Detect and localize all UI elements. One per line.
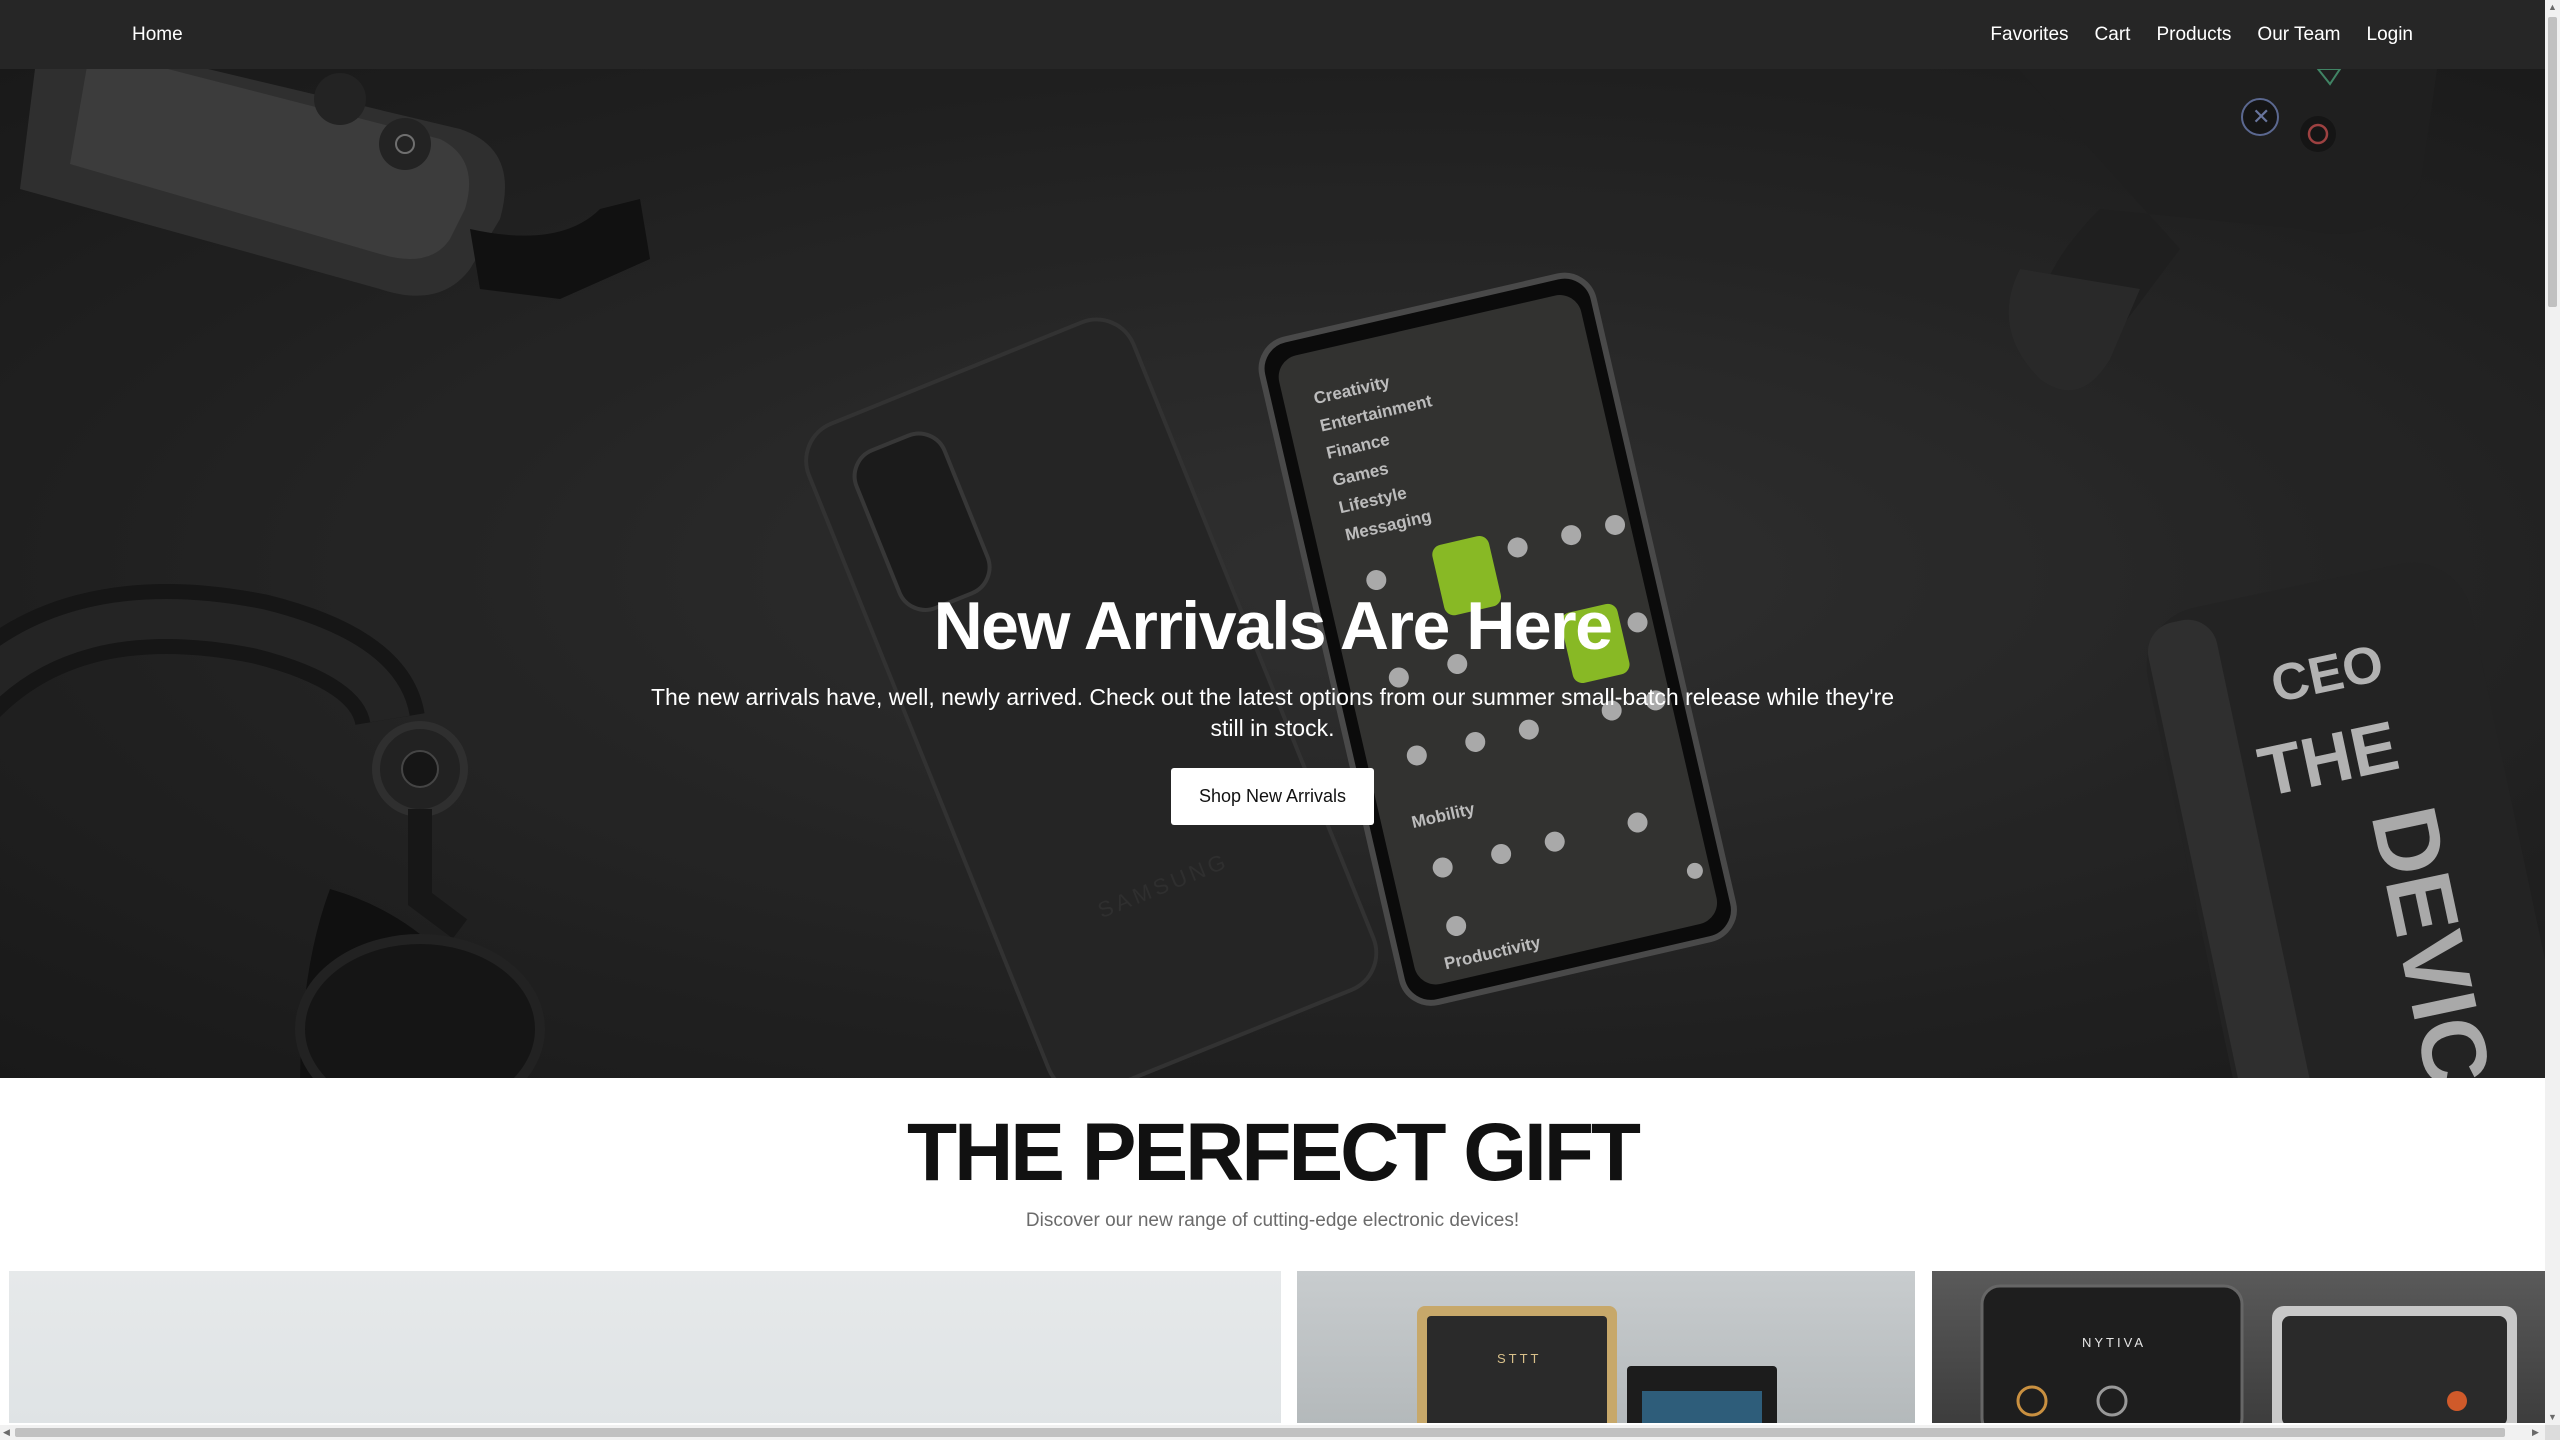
hero-banner: ✕ SAMSUNG Creativity Entertainment Finan… [0, 69, 2545, 1078]
product-card-2[interactable]: STTT [1297, 1271, 1915, 1423]
product-image-1 [9, 1271, 1281, 1423]
horizontal-scrollbar[interactable]: ◀ ▶ [0, 1425, 2545, 1440]
product-image-2 [1417, 1306, 1777, 1423]
nav-login-link[interactable]: Login [2367, 24, 2414, 46]
vertical-scrollbar[interactable]: ▲ ▼ [2545, 0, 2560, 1425]
product-card-3-caption: NYTIVA [2082, 1335, 2146, 1350]
nav-links: Favorites Cart Products Our Team Login [1990, 24, 2413, 46]
nav-products-link[interactable]: Products [2156, 24, 2231, 46]
nav-home-link[interactable]: Home [132, 24, 183, 46]
product-card-2-caption: STTT [1497, 1351, 1542, 1366]
gift-section-title: THE PERFECT GIFT [907, 1107, 1641, 1198]
nav-favorites-link[interactable]: Favorites [1990, 24, 2068, 46]
hero-title: New Arrivals Are Here [933, 588, 1613, 664]
top-navbar: Home Favorites Cart Products Our Team Lo… [0, 0, 2545, 69]
scroll-down-arrow-icon[interactable]: ▼ [2548, 1413, 2557, 1422]
product-card-1[interactable] [9, 1271, 1281, 1423]
nav-cart-link[interactable]: Cart [2095, 24, 2131, 46]
hero-content: New Arrivals Are Here The new arrivals h… [0, 589, 2545, 825]
gift-section-subtitle: Discover our new range of cutting-edge e… [1025, 1210, 1520, 1231]
vertical-scroll-thumb[interactable] [2548, 17, 2557, 307]
shop-new-arrivals-button[interactable]: Shop New Arrivals [1170, 767, 1375, 825]
nav-our-team-link[interactable]: Our Team [2257, 24, 2340, 46]
scroll-right-arrow-icon[interactable]: ▶ [2532, 1428, 2539, 1437]
horizontal-scroll-thumb[interactable] [15, 1428, 2505, 1437]
scroll-left-arrow-icon[interactable]: ◀ [3, 1428, 10, 1437]
hero-description: The new arrivals have, well, newly arriv… [650, 683, 1895, 741]
hero-overlay [0, 69, 2545, 1078]
scrollbar-corner [2545, 1425, 2560, 1440]
product-card-3[interactable]: NYTIVA [1932, 1271, 2545, 1423]
product-image-3 [1980, 1284, 2517, 1423]
scroll-up-arrow-icon[interactable]: ▲ [2548, 3, 2557, 12]
